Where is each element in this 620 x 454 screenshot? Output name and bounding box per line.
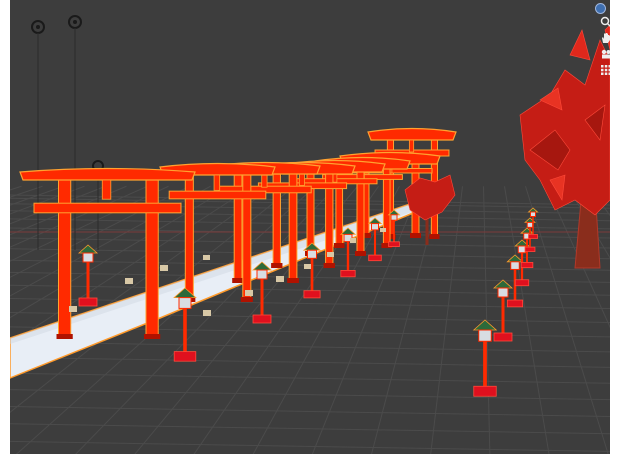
hand-icon[interactable] [598, 30, 610, 46]
scene-canvas[interactable] [10, 0, 610, 454]
right-edge [610, 0, 620, 454]
lantern[interactable] [492, 279, 514, 342]
3d-viewport[interactable] [10, 0, 610, 454]
lantern[interactable] [472, 319, 498, 397]
magnifier-icon[interactable] [598, 14, 610, 30]
light-icon[interactable] [31, 20, 45, 250]
camera-icon[interactable] [598, 46, 610, 62]
grid-icon[interactable] [598, 62, 610, 78]
torii-gates[interactable] [19, 127, 457, 340]
view-axis-dot[interactable] [595, 3, 606, 14]
left-edge [0, 0, 10, 454]
